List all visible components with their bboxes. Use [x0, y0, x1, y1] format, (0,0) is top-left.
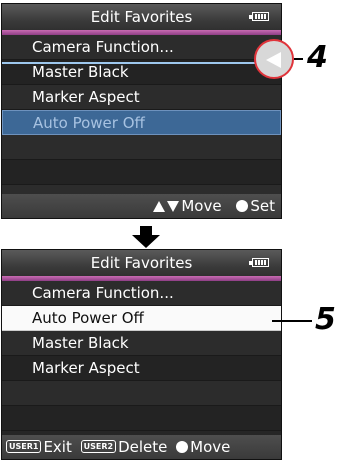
operation-guide-bar: Move Set [2, 194, 281, 218]
menu-item-empty [2, 135, 281, 160]
title-bar: Edit Favorites [2, 4, 281, 30]
battery-icon [249, 12, 269, 21]
menu-item-camera-function[interactable]: Camera Function... [2, 35, 281, 60]
user1-button-icon: USER1 [6, 440, 42, 453]
user2-button-icon: USER2 [80, 440, 117, 453]
menu-item-master-black[interactable]: Master Black [2, 331, 281, 356]
callout-leader-line [294, 58, 303, 60]
move-hint-label: Move [190, 438, 231, 456]
operation-guide-bar: USER1 Exit USER2 Delete Move [2, 435, 281, 459]
menu-item-empty [2, 160, 281, 185]
menu-item-auto-power-off[interactable]: Auto Power Off [2, 110, 281, 135]
favorites-list: Camera Function... Auto Power Off Master… [2, 281, 281, 431]
menu-item-marker-aspect[interactable]: Marker Aspect [2, 85, 281, 110]
favorites-screen-before: Edit Favorites Camera Function... Master… [1, 3, 282, 219]
title-bar: Edit Favorites [2, 250, 281, 276]
callout-circle [254, 39, 294, 79]
set-hint: Set [232, 194, 275, 218]
set-hint-label: Set [250, 197, 275, 215]
delete-hint-label: Delete [118, 438, 168, 456]
menu-item-auto-power-off[interactable]: Auto Power Off [2, 306, 281, 331]
menu-item-marker-aspect[interactable]: Marker Aspect [2, 356, 281, 381]
menu-item-empty [2, 406, 281, 431]
move-hint: Move [153, 194, 222, 218]
set-button-icon [176, 440, 189, 453]
move-hint-label: Move [181, 197, 222, 215]
battery-icon [249, 258, 269, 267]
callout-number-5: 5 [315, 302, 336, 337]
callout-number-4: 4 [307, 40, 328, 75]
screen-title: Edit Favorites [90, 8, 193, 26]
insert-cursor-icon [266, 52, 281, 68]
insert-position-line [2, 62, 281, 64]
down-arrow-icon [167, 200, 180, 212]
menu-item-camera-function[interactable]: Camera Function... [2, 281, 281, 306]
screen-title: Edit Favorites [90, 254, 193, 272]
exit-hint-label: Exit [43, 438, 72, 456]
callout-leader-line [272, 320, 312, 322]
set-button-icon [236, 199, 249, 212]
down-arrow-icon [132, 226, 160, 248]
menu-item-empty [2, 381, 281, 406]
favorites-screen-after: Edit Favorites Camera Function... Auto P… [1, 249, 282, 460]
up-arrow-icon [153, 201, 166, 212]
